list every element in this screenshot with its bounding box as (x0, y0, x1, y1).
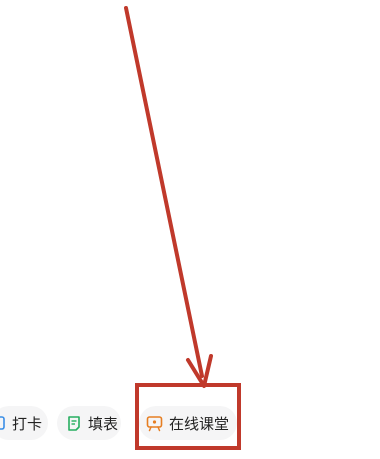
form-button[interactable]: 填表 (57, 406, 121, 440)
annotation-arrow (124, 6, 213, 388)
classroom-label: 在线课堂 (169, 414, 230, 433)
screenshot-canvas: 打卡 填表 在线课堂 (0, 0, 380, 459)
online-classroom-button[interactable]: 在线课堂 (139, 406, 237, 440)
form-icon (66, 415, 82, 431)
checkin-icon (0, 415, 6, 431)
classroom-icon (146, 415, 163, 432)
bottom-toolbar: 打卡 填表 在线课堂 (0, 396, 380, 456)
checkin-button[interactable]: 打卡 (0, 406, 48, 440)
form-label: 填表 (88, 414, 119, 433)
checkin-label: 打卡 (12, 414, 43, 433)
